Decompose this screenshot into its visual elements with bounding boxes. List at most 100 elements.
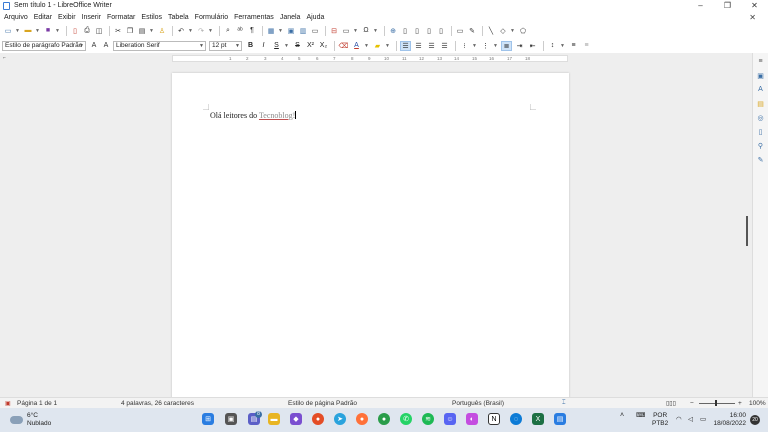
manage-changes-icon[interactable]: ✎	[756, 155, 765, 164]
close-button[interactable]: ✕	[741, 0, 768, 11]
app-icon[interactable]: ◐	[466, 413, 478, 425]
editor-app-icon[interactable]: ◆	[290, 413, 302, 425]
align-right-icon[interactable]: ☰	[426, 41, 437, 51]
chevron-down-icon[interactable]: ▼	[188, 26, 193, 36]
chevron-down-icon[interactable]: ▼	[208, 26, 213, 36]
menu-exibir[interactable]: Exibir	[58, 14, 76, 21]
menu-arquivo[interactable]: Arquivo	[4, 14, 28, 21]
save-icon[interactable]: ■	[43, 26, 53, 36]
zoom-level[interactable]: 100%	[749, 400, 766, 407]
zoom-out-icon[interactable]: −	[690, 400, 694, 407]
cross-reference-icon[interactable]: ▯	[436, 26, 446, 36]
clear-formatting-icon[interactable]: ⌫	[338, 41, 349, 51]
clock[interactable]: 16:00 18/08/2022	[712, 412, 746, 428]
export-pdf-icon[interactable]: ▯	[70, 26, 80, 36]
language-status[interactable]: Português (Brasil)	[452, 400, 504, 407]
chevron-down-icon[interactable]: ▼	[364, 41, 369, 51]
font-size-select[interactable]: 12 pt ▼	[209, 40, 242, 51]
start-icon[interactable]: ⊞	[202, 413, 214, 425]
line-icon[interactable]: ╲	[486, 26, 496, 36]
properties-icon[interactable]: ▣	[756, 71, 765, 80]
chevron-down-icon[interactable]: ▼	[510, 26, 515, 36]
app-icon[interactable]: ●	[378, 413, 390, 425]
chevron-down-icon[interactable]: ▼	[284, 41, 289, 51]
view-layout-icon[interactable]: ▯▯▯	[666, 400, 676, 407]
update-style-icon[interactable]: A	[89, 41, 99, 51]
formatting-marks-icon[interactable]: ¶	[247, 26, 257, 36]
menu-janela[interactable]: Janela	[280, 14, 301, 21]
font-name-select[interactable]: Liberation Serif ▼	[113, 40, 206, 51]
bookmark-icon[interactable]: ▯	[424, 26, 434, 36]
decrease-indent-icon[interactable]: ⇤	[527, 41, 538, 51]
hyperlink-text[interactable]: Tecnoblog	[259, 111, 293, 120]
maximize-button[interactable]: ❐	[714, 0, 741, 11]
bold-button[interactable]: B	[245, 41, 256, 51]
spelling-icon[interactable]: ᵃᵇ	[235, 26, 245, 36]
weather-widget[interactable]: 6°C Nublado	[10, 412, 51, 428]
zoom-slider-handle[interactable]	[715, 400, 717, 406]
chevron-down-icon[interactable]: ▼	[373, 26, 378, 36]
page-count[interactable]: Página 1 de 1	[17, 400, 57, 407]
decrease-spacing-icon[interactable]: ≡	[581, 41, 592, 51]
superscript-button[interactable]: X²	[305, 41, 316, 51]
firefox-icon[interactable]: ●	[356, 413, 368, 425]
chevron-down-icon[interactable]: ▼	[235, 42, 240, 51]
insert-table-icon[interactable]: ▦	[266, 26, 276, 36]
increase-indent-icon[interactable]: ⇥	[514, 41, 525, 51]
spotify-icon[interactable]: ≋	[422, 413, 434, 425]
task-view-icon[interactable]: ▣	[225, 413, 237, 425]
whatsapp-icon[interactable]: ✆	[400, 413, 412, 425]
word-count[interactable]: 4 palavras, 26 caracteres	[121, 400, 194, 407]
italic-button[interactable]: I	[258, 41, 269, 51]
chrome-icon[interactable]: ●	[312, 413, 324, 425]
align-center-icon[interactable]: ☰	[413, 41, 424, 51]
justify-icon[interactable]: ☰	[439, 41, 450, 51]
line-spacing-icon[interactable]: ↕	[547, 41, 558, 51]
document-paragraph[interactable]: Olá leitores do Tecnoblog!	[210, 111, 297, 120]
clone-formatting-icon[interactable]: ♙	[157, 26, 167, 36]
copy-icon[interactable]: ❐	[125, 26, 135, 36]
telegram-icon[interactable]: ➤	[334, 413, 346, 425]
selection-mode-icon[interactable]: ⌶	[562, 400, 566, 407]
wifi-icon[interactable]: ◠	[676, 416, 682, 424]
basic-shapes-icon[interactable]: ◇	[498, 26, 508, 36]
close-document-button[interactable]: ✕	[749, 13, 756, 22]
discord-icon[interactable]: ☺	[444, 413, 456, 425]
comment-icon[interactable]: ▭	[455, 26, 465, 36]
print-icon[interactable]: ⎙	[82, 26, 92, 36]
font-color-button[interactable]: A	[351, 41, 362, 51]
subscript-button[interactable]: X₂	[318, 41, 329, 51]
bullet-list-icon[interactable]: ⁝	[459, 41, 470, 51]
strikethrough-button[interactable]: S	[292, 41, 303, 51]
chevron-down-icon[interactable]: ▼	[353, 26, 358, 36]
menu-tabela[interactable]: Tabela	[168, 14, 189, 21]
cut-icon[interactable]: ✂	[113, 26, 123, 36]
minimize-button[interactable]: –	[687, 0, 714, 11]
special-character-icon[interactable]: Ω	[361, 26, 371, 36]
menu-editar[interactable]: Editar	[34, 14, 52, 21]
track-changes-icon[interactable]: ✎	[467, 26, 477, 36]
chevron-down-icon[interactable]: ▼	[55, 26, 60, 36]
document-page[interactable]: Olá leitores do Tecnoblog!	[172, 73, 569, 403]
battery-icon[interactable]: ▭	[700, 416, 706, 424]
outline-list-icon[interactable]: ≣	[501, 40, 512, 51]
page-break-icon[interactable]: ⊟	[329, 26, 339, 36]
draw-shapes-icon[interactable]: ⬠	[518, 26, 528, 36]
zoom-in-icon[interactable]: +	[738, 400, 742, 407]
scrollbar-thumb[interactable]	[746, 216, 748, 246]
horizontal-ruler[interactable]: 1 2 3 4 5 6 7 8 9 10 11 12 13 14 15 16 1…	[172, 55, 568, 62]
menu-ferramentas[interactable]: Ferramentas	[234, 14, 274, 21]
zoom-slider-track[interactable]	[699, 403, 735, 404]
chevron-down-icon[interactable]: ▼	[472, 41, 477, 51]
language-indicator[interactable]: POR PTB2	[652, 412, 668, 428]
paragraph-style-select[interactable]: Estilo de parágrafo Padrão ▼	[2, 40, 86, 51]
chevron-down-icon[interactable]: ▼	[278, 26, 283, 36]
undo-icon[interactable]: ↶	[176, 26, 186, 36]
chevron-down-icon[interactable]: ▼	[149, 26, 154, 36]
page-style-status[interactable]: Estilo de página Padrão	[288, 400, 357, 407]
chevron-down-icon[interactable]: ▼	[35, 26, 40, 36]
notification-badge[interactable]: 20	[750, 415, 760, 425]
styles-icon[interactable]: A	[756, 85, 765, 94]
chevron-down-icon[interactable]: ▼	[79, 42, 84, 51]
keyboard-icon[interactable]: ⌨	[636, 412, 645, 420]
